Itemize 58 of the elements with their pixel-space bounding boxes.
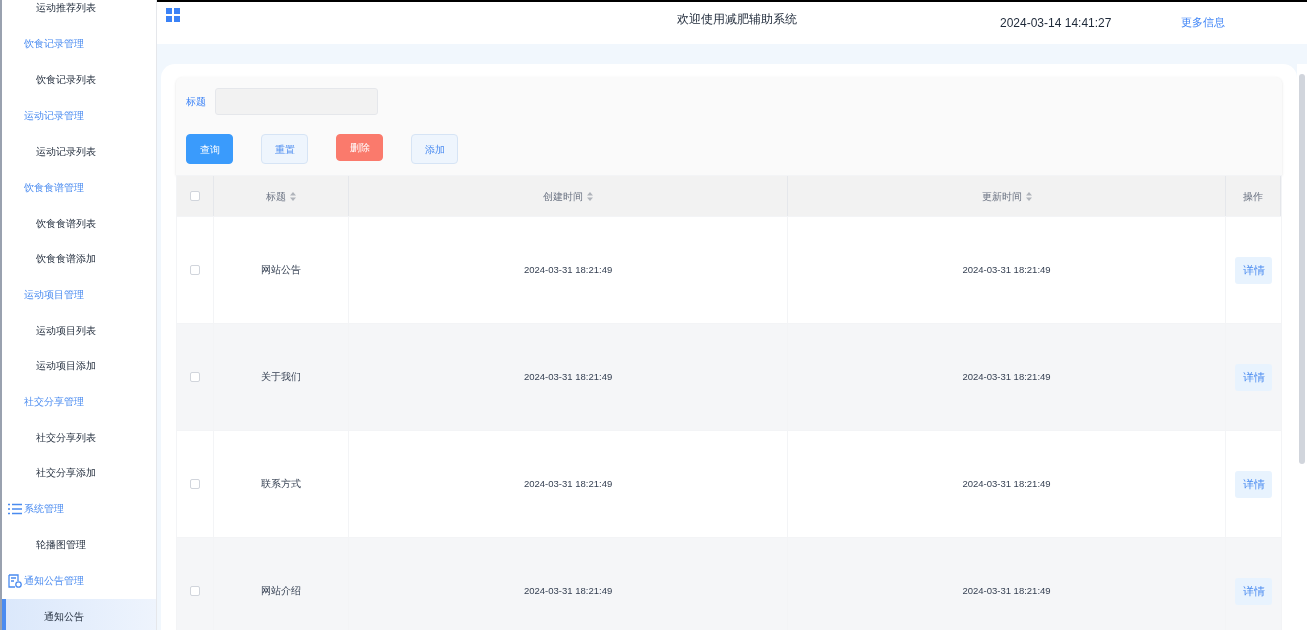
- grid-menu-icon[interactable]: [166, 8, 180, 22]
- row-checkbox[interactable]: [189, 479, 200, 489]
- page-title: 欢迎使用减肥辅助系统: [677, 11, 797, 28]
- select-all-checkbox[interactable]: [189, 191, 200, 201]
- row-checkbox[interactable]: [189, 372, 200, 382]
- search-button[interactable]: 查询: [186, 134, 233, 164]
- table-cell-text: 网站介绍: [261, 583, 302, 598]
- column-header: 更新时间: [981, 189, 1022, 204]
- row-checkbox[interactable]: [189, 265, 200, 275]
- table-cell-text: 2024-03-31 18:21:49: [524, 369, 613, 384]
- sidebar-group[interactable]: 饮食食谱管理: [2, 169, 156, 206]
- sidebar-item[interactable]: 社交分享添加: [2, 455, 156, 490]
- list-icon: [8, 502, 22, 515]
- column-header: 标题: [266, 189, 287, 204]
- search-button[interactable]: 删除: [336, 134, 383, 161]
- column-header: 创建时间: [543, 189, 584, 204]
- sort-icon[interactable]: [1025, 191, 1032, 201]
- datetime-text: 2024-03-14 14:41:27: [1000, 15, 1112, 32]
- column-header: 操作: [1243, 189, 1264, 204]
- sidebar-item[interactable]: 饮食记录列表: [2, 62, 156, 97]
- table-cell-text: 网站公告: [261, 262, 302, 277]
- table-cell-text: 联系方式: [261, 476, 302, 491]
- sidebar-item[interactable]: 运动记录列表: [2, 134, 156, 169]
- sidebar-item[interactable]: 饮食食谱列表: [2, 206, 156, 241]
- sort-icon[interactable]: [587, 191, 594, 201]
- table-cell-text: 2024-03-31 18:21:49: [962, 583, 1051, 598]
- table-cell-text: 关于我们: [261, 369, 302, 384]
- document-icon: [8, 573, 22, 588]
- sidebar-group[interactable]: 通知公告管理: [2, 562, 156, 599]
- row-checkbox[interactable]: [189, 586, 200, 596]
- scrollbar[interactable]: [1297, 64, 1307, 630]
- table-cell-text: 2024-03-31 18:21:49: [524, 262, 613, 277]
- search-button[interactable]: 重置: [261, 134, 308, 164]
- details-button[interactable]: 详情: [1235, 363, 1273, 391]
- sidebar-item[interactable]: 运动项目添加: [2, 348, 156, 383]
- sidebar-group[interactable]: 系统管理: [2, 490, 156, 527]
- sidebar-group[interactable]: 饮食记录管理: [2, 25, 156, 62]
- details-button[interactable]: 详情: [1235, 577, 1273, 605]
- sidebar-item[interactable]: 饮食食谱添加: [2, 241, 156, 276]
- table-cell-text: 2024-03-31 18:21:49: [524, 476, 613, 491]
- sidebar-item[interactable]: 运动项目列表: [2, 313, 156, 348]
- sidebar-group[interactable]: 运动项目管理: [2, 276, 156, 313]
- table-cell-text: 2024-03-31 18:21:49: [524, 583, 613, 598]
- table-cell-text: 2024-03-31 18:21:49: [962, 369, 1051, 384]
- table-cell-text: 2024-03-31 18:21:49: [962, 476, 1051, 491]
- sidebar-item[interactable]: 轮播图管理: [2, 527, 156, 562]
- sort-icon[interactable]: [290, 191, 297, 201]
- more-info-link[interactable]: 更多信息: [1181, 14, 1225, 31]
- details-button[interactable]: 详情: [1235, 470, 1273, 498]
- table-cell-text: 2024-03-31 18:21:49: [962, 262, 1051, 277]
- sidebar-group[interactable]: 运动记录管理: [2, 97, 156, 134]
- details-button[interactable]: 详情: [1235, 256, 1273, 284]
- title-label: 标题: [186, 95, 206, 109]
- sidebar-item[interactable]: 运动推荐列表: [2, 0, 156, 25]
- search-button[interactable]: 添加: [411, 134, 458, 164]
- sidebar-item[interactable]: 通知公告: [2, 599, 156, 630]
- sidebar-item[interactable]: 社交分享列表: [2, 420, 156, 455]
- sidebar-group[interactable]: 社交分享管理: [2, 383, 156, 420]
